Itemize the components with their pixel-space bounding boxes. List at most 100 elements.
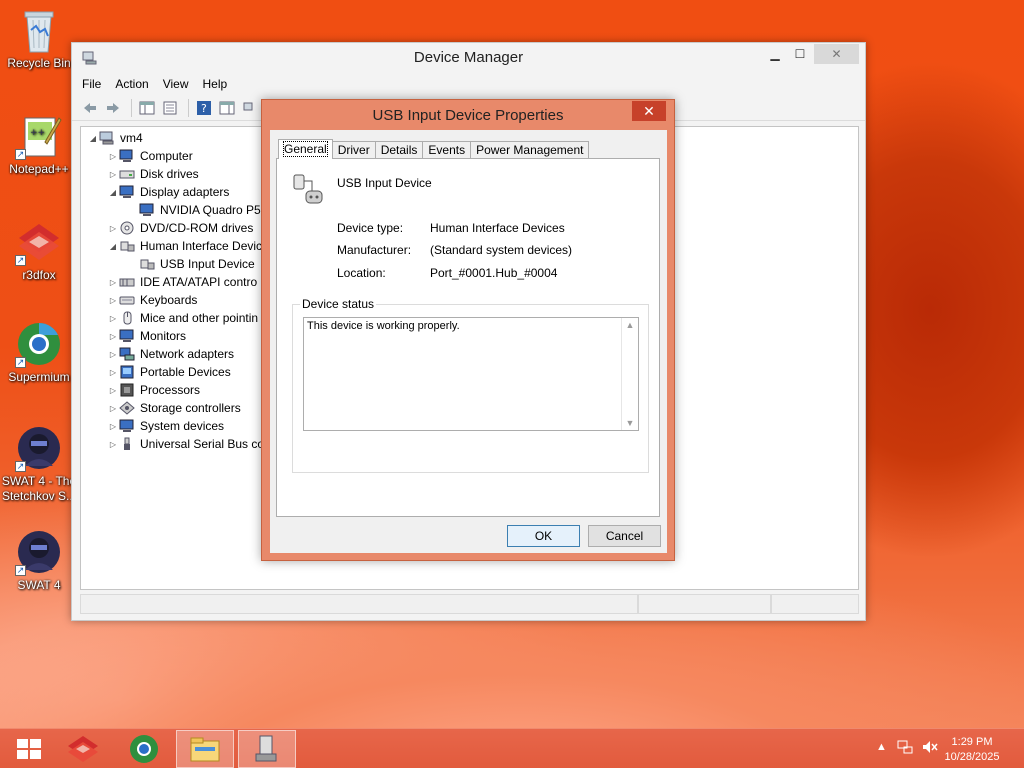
cancel-button[interactable]: Cancel: [588, 525, 661, 547]
tab-general[interactable]: General: [278, 139, 333, 159]
tree-root[interactable]: ◢ vm4: [87, 129, 143, 147]
system-clock[interactable]: 1:29 PM 10/28/2025: [932, 735, 1012, 765]
device-status-label: Device status: [300, 297, 377, 311]
network-icon[interactable]: [897, 739, 913, 758]
back-arrow-icon[interactable]: [80, 99, 100, 117]
expand-arrow-icon[interactable]: ▷: [107, 368, 119, 377]
ide-controller-icon: [119, 274, 135, 290]
maximize-button[interactable]: ☐: [787, 44, 813, 64]
tree-item-storage-controllers[interactable]: ▷ Storage controllers: [107, 399, 241, 417]
expand-arrow-icon[interactable]: ▷: [107, 422, 119, 431]
status-scrollbar[interactable]: ▲ ▼: [621, 318, 638, 430]
start-button[interactable]: [0, 730, 58, 768]
tab-events[interactable]: Events: [422, 141, 472, 159]
processor-icon: [119, 382, 135, 398]
properties-icon[interactable]: [160, 99, 180, 117]
expand-arrow-icon[interactable]: ▷: [107, 152, 119, 161]
action-pane-icon[interactable]: [217, 99, 237, 117]
tree-item-display-adapters[interactable]: ◢ Display adapters: [107, 183, 229, 201]
collapse-arrow-icon[interactable]: ◢: [87, 134, 99, 143]
menu-view[interactable]: View: [163, 77, 189, 91]
expand-arrow-icon[interactable]: ▷: [107, 170, 119, 179]
tree-item-label: IDE ATA/ATAPI contro: [140, 275, 258, 289]
taskbar-supermium[interactable]: [115, 730, 173, 768]
tree-item-keyboards[interactable]: ▷ Keyboards: [107, 291, 197, 309]
tree-item-dvd-cdrom[interactable]: ▷ DVD/CD-ROM drives: [107, 219, 253, 237]
tab-details[interactable]: Details: [374, 141, 424, 159]
tree-item-system-devices[interactable]: ▷ System devices: [107, 417, 224, 435]
tree-item-computer[interactable]: ▷ Computer: [107, 147, 193, 165]
desktop-icon-label: Recycle Bin: [7, 56, 71, 70]
device-name: USB Input Device: [337, 176, 432, 190]
expand-arrow-icon[interactable]: ▷: [107, 386, 119, 395]
ok-button[interactable]: OK: [507, 525, 580, 547]
taskbar-file-explorer[interactable]: [176, 730, 234, 768]
r3dfox-icon: ↗: [15, 218, 63, 266]
menu-help[interactable]: Help: [203, 77, 228, 91]
show-hide-console-tree-icon[interactable]: [137, 99, 157, 117]
status-pane-2: [638, 594, 771, 614]
menu-file[interactable]: File: [82, 77, 101, 91]
collapse-arrow-icon[interactable]: ◢: [107, 188, 119, 197]
disk-drive-icon: [119, 166, 135, 182]
desktop-icon-label: Stetchkov S...: [1, 489, 77, 503]
svg-text:++: ++: [30, 128, 45, 138]
expand-arrow-icon[interactable]: ▷: [107, 332, 119, 341]
tree-item-portable-devices[interactable]: ▷ Portable Devices: [107, 363, 231, 381]
tab-power-management[interactable]: Power Management: [470, 141, 590, 159]
shortcut-arrow-icon: ↗: [15, 565, 26, 576]
device-type-value: Human Interface Devices: [430, 221, 565, 235]
supermium-icon: [130, 735, 158, 763]
tab-strip: General Driver Details Events Power Mana…: [278, 139, 590, 159]
scroll-up-icon[interactable]: ▲: [622, 320, 638, 330]
clock-time: 1:29 PM: [951, 736, 993, 748]
tree-item-nvidia-quadro[interactable]: NVIDIA Quadro P5: [127, 201, 261, 219]
tab-driver[interactable]: Driver: [331, 141, 376, 159]
tree-item-mice[interactable]: ▷ Mice and other pointin: [107, 309, 258, 327]
status-pane-1: [80, 594, 638, 614]
dialog-close-button[interactable]: ✕: [632, 101, 666, 121]
help-icon[interactable]: ?: [194, 99, 214, 117]
menu-action[interactable]: Action: [115, 77, 148, 91]
minimize-button[interactable]: ▁: [762, 44, 788, 64]
expand-arrow-icon[interactable]: ▷: [107, 296, 119, 305]
tree-item-label: Mice and other pointin: [140, 311, 259, 325]
desktop-icon-swat4-expansion[interactable]: ↗ SWAT 4 - The Stetchkov S...: [0, 424, 78, 504]
hid-icon: [119, 238, 135, 254]
device-manager-titlebar[interactable]: Device Manager ▁ ☐ ✕: [72, 43, 865, 73]
expand-arrow-icon[interactable]: ▷: [107, 350, 119, 359]
expand-arrow-icon[interactable]: ▷: [107, 224, 119, 233]
device-manager-title: Device Manager: [413, 49, 524, 66]
tree-item-processors[interactable]: ▷ Processors: [107, 381, 200, 399]
desktop-icon-swat4[interactable]: ↗ SWAT 4: [0, 528, 78, 593]
show-hidden-icons-arrow-icon[interactable]: ▲: [876, 741, 887, 753]
tree-item-usb-input-device[interactable]: USB Input Device: [127, 255, 255, 273]
scroll-down-icon[interactable]: ▼: [622, 418, 638, 428]
expand-arrow-icon[interactable]: ▷: [107, 314, 119, 323]
forward-arrow-icon[interactable]: [103, 99, 123, 117]
close-button[interactable]: ✕: [814, 44, 859, 64]
desktop-icon-r3dfox[interactable]: ↗ r3dfox: [0, 218, 78, 283]
tree-item-disk-drives[interactable]: ▷ Disk drives: [107, 165, 199, 183]
device-status-textbox[interactable]: This device is working properly. ▲ ▼: [303, 317, 639, 431]
desktop-icon-recycle-bin[interactable]: Recycle Bin: [0, 6, 78, 71]
desktop-icon-notepad-plus-plus[interactable]: ++ ↗ Notepad++: [0, 112, 78, 177]
tree-item-network-adapters[interactable]: ▷ Network adapters: [107, 345, 234, 363]
taskbar-device-manager[interactable]: [238, 730, 296, 768]
scan-hardware-icon[interactable]: [240, 99, 260, 117]
file-explorer-icon: [190, 737, 220, 762]
expand-arrow-icon[interactable]: ▷: [107, 278, 119, 287]
desktop-icon-supermium[interactable]: ↗ Supermium: [0, 320, 78, 385]
expand-arrow-icon[interactable]: ▷: [107, 440, 119, 449]
expand-arrow-icon[interactable]: ▷: [107, 404, 119, 413]
hid-icon: [139, 256, 155, 272]
shortcut-arrow-icon: ↗: [15, 255, 26, 266]
tree-item-ide-ata[interactable]: ▷ IDE ATA/ATAPI contro: [107, 273, 257, 291]
swat4-expansion-icon: ↗: [15, 424, 63, 472]
collapse-arrow-icon[interactable]: ◢: [107, 242, 119, 251]
tree-item-usb-controllers[interactable]: ▷ Universal Serial Bus co: [107, 435, 264, 453]
tree-item-monitors[interactable]: ▷ Monitors: [107, 327, 186, 345]
tree-item-human-interface[interactable]: ◢ Human Interface Devic: [107, 237, 262, 255]
taskbar-r3dfox[interactable]: [54, 730, 112, 768]
desktop-icon-label: SWAT 4: [17, 578, 61, 592]
